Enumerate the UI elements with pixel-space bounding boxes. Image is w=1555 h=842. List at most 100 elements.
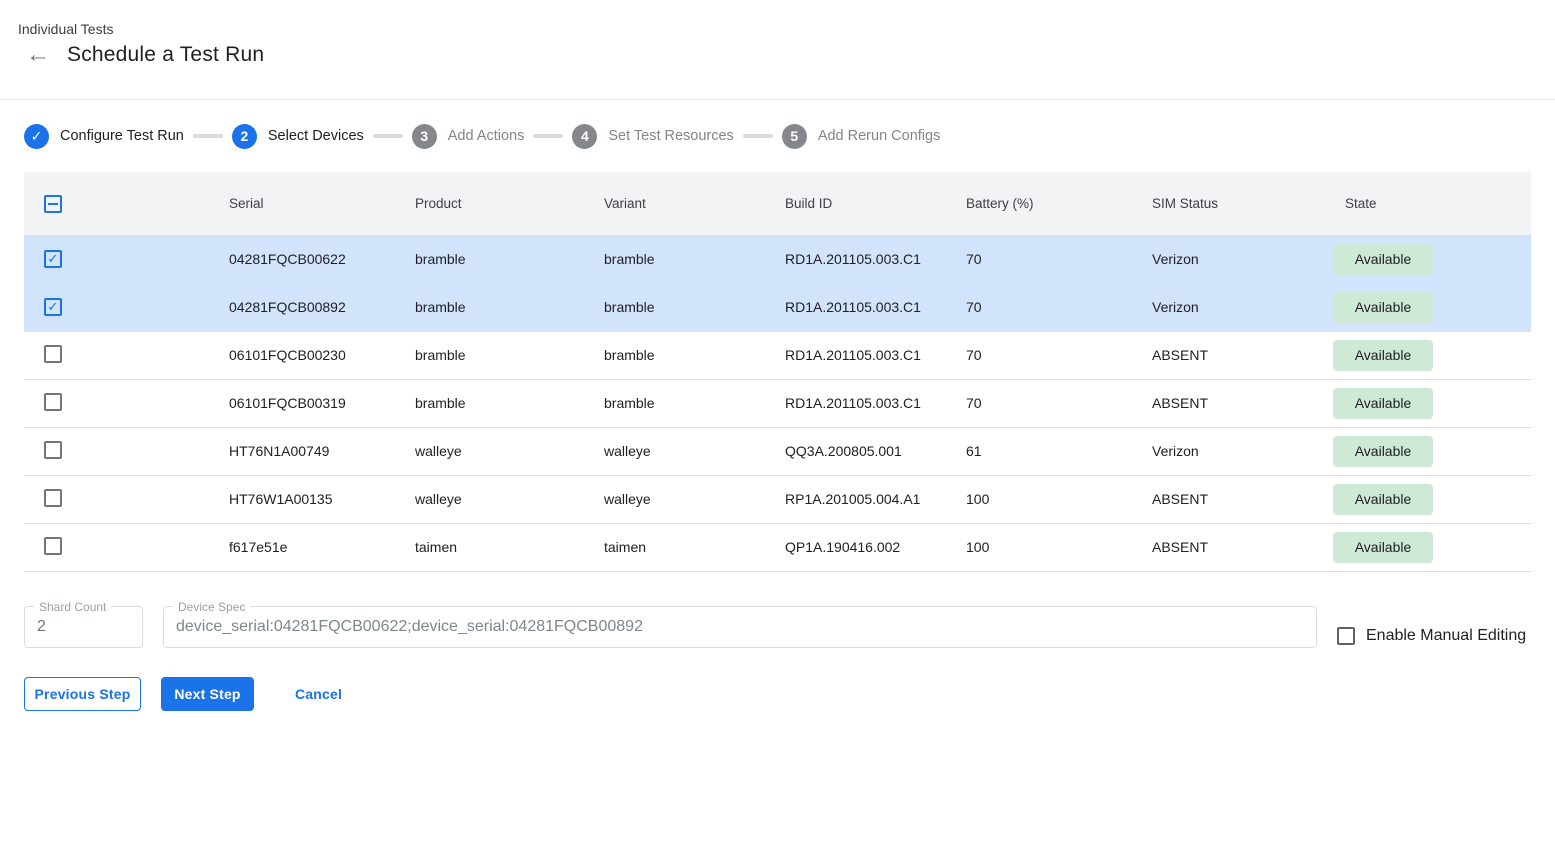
row-checkbox[interactable] — [44, 489, 62, 507]
header-divider — [0, 99, 1555, 100]
cell-variant: bramble — [604, 283, 785, 331]
stepper-step-add-actions[interactable]: 3 Add Actions — [412, 124, 525, 149]
enable-manual-editing-checkbox[interactable] — [1337, 627, 1355, 645]
cell-build-id: QQ3A.200805.001 — [785, 427, 966, 475]
cell-product: taimen — [415, 523, 604, 571]
row-checkbox-cell: ✓ — [24, 235, 229, 283]
stepper-connector — [373, 134, 403, 138]
stepper-connector — [533, 134, 563, 138]
shard-count-label: Shard Count — [34, 600, 111, 614]
cell-sim-status: ABSENT — [1152, 475, 1345, 523]
column-header-product: Product — [415, 172, 604, 235]
cell-serial: HT76N1A00749 — [229, 427, 415, 475]
shard-count-field[interactable]: Shard Count 2 — [24, 606, 143, 648]
stepper-step-set-test-resources[interactable]: 4 Set Test Resources — [572, 124, 733, 149]
row-checkbox[interactable] — [44, 393, 62, 411]
cell-battery: 61 — [966, 427, 1152, 475]
cell-state: Available — [1345, 475, 1531, 523]
state-badge: Available — [1333, 292, 1433, 323]
row-checkbox-cell — [24, 475, 229, 523]
row-checkbox[interactable]: ✓ — [44, 298, 62, 316]
step-label: Set Test Resources — [608, 128, 733, 144]
cell-build-id: RD1A.201105.003.C1 — [785, 331, 966, 379]
state-badge: Available — [1333, 244, 1433, 275]
step-number: 2 — [232, 124, 257, 149]
device-row[interactable]: ✓04281FQCB00622bramblebrambleRD1A.201105… — [24, 235, 1531, 283]
cancel-button[interactable]: Cancel — [289, 677, 348, 711]
row-checkbox-cell: ✓ — [24, 283, 229, 331]
row-checkbox[interactable]: ✓ — [44, 250, 62, 268]
device-spec-field[interactable]: Device Spec device_serial:04281FQCB00622… — [163, 606, 1317, 648]
cell-product: walleye — [415, 427, 604, 475]
step-number: 3 — [412, 124, 437, 149]
row-checkbox-cell — [24, 427, 229, 475]
row-checkbox[interactable] — [44, 441, 62, 459]
stepper-step-add-rerun-configs[interactable]: 5Add Rerun Configs — [782, 124, 941, 149]
step-number: 4 — [572, 124, 597, 149]
column-header-battery: Battery (%) — [966, 172, 1152, 235]
cell-build-id: RD1A.201105.003.C1 — [785, 283, 966, 331]
cell-variant: walleye — [604, 427, 785, 475]
device-spec-value[interactable]: device_serial:04281FQCB00622;device_seri… — [164, 607, 1316, 647]
row-checkbox-cell — [24, 331, 229, 379]
device-table: SerialProductVariantBuild IDBattery (%)S… — [24, 172, 1531, 572]
cell-serial: f617e51e — [229, 523, 415, 571]
check-icon: ✓ — [24, 124, 49, 149]
cell-variant: bramble — [604, 235, 785, 283]
cell-build-id: RP1A.201005.004.A1 — [785, 475, 966, 523]
back-arrow-icon[interactable]: ← — [26, 43, 50, 67]
stepper: ✓ Configure Test Run 2Select Devices 3 Add A… — [24, 123, 940, 149]
device-row[interactable]: HT76N1A00749walleyewalleyeQQ3A.200805.00… — [24, 427, 1531, 475]
state-badge: Available — [1333, 388, 1433, 419]
select-all-cell — [24, 172, 229, 235]
cell-build-id: QP1A.190416.002 — [785, 523, 966, 571]
cell-battery: 70 — [966, 379, 1152, 427]
stepper-step-select-devices[interactable]: 2Select Devices — [232, 124, 364, 149]
column-header-serial: Serial — [229, 172, 415, 235]
step-label: Configure Test Run — [60, 128, 184, 144]
cell-state: Available — [1345, 379, 1531, 427]
device-row[interactable]: ✓04281FQCB00892bramblebrambleRD1A.201105… — [24, 283, 1531, 331]
enable-manual-editing[interactable]: Enable Manual Editing — [1337, 627, 1526, 645]
cell-serial: HT76W1A00135 — [229, 475, 415, 523]
stepper-step-configure-test-run[interactable]: ✓ Configure Test Run — [24, 124, 184, 149]
row-checkbox[interactable] — [44, 345, 62, 363]
column-header-variant: Variant — [604, 172, 785, 235]
cell-sim-status: Verizon — [1152, 283, 1345, 331]
cell-sim-status: Verizon — [1152, 427, 1345, 475]
enable-manual-editing-label: Enable Manual Editing — [1366, 627, 1526, 645]
next-step-button[interactable]: Next Step — [161, 677, 254, 711]
select-all-checkbox[interactable] — [44, 195, 62, 213]
state-badge: Available — [1333, 340, 1433, 371]
cell-battery: 70 — [966, 235, 1152, 283]
cell-product: bramble — [415, 379, 604, 427]
previous-step-button[interactable]: Previous Step — [24, 677, 141, 711]
cell-sim-status: Verizon — [1152, 235, 1345, 283]
table-header-row: SerialProductVariantBuild IDBattery (%)S… — [24, 172, 1531, 235]
device-row[interactable]: 06101FQCB00230bramblebrambleRD1A.201105.… — [24, 331, 1531, 379]
step-number: 5 — [782, 124, 807, 149]
cell-sim-status: ABSENT — [1152, 523, 1345, 571]
cell-product: bramble — [415, 283, 604, 331]
title-row: ← Schedule a Test Run — [26, 43, 264, 67]
column-header-state: State — [1345, 172, 1531, 235]
cell-build-id: RD1A.201105.003.C1 — [785, 235, 966, 283]
state-badge: Available — [1333, 436, 1433, 467]
device-row[interactable]: HT76W1A00135walleyewalleyeRP1A.201005.00… — [24, 475, 1531, 523]
device-row[interactable]: 06101FQCB00319bramblebrambleRD1A.201105.… — [24, 379, 1531, 427]
cell-variant: bramble — [604, 379, 785, 427]
action-buttons: Previous Step Next Step Cancel — [24, 677, 348, 711]
cell-sim-status: ABSENT — [1152, 379, 1345, 427]
cell-product: walleye — [415, 475, 604, 523]
cell-state: Available — [1345, 427, 1531, 475]
column-header-sim-status: SIM Status — [1152, 172, 1345, 235]
device-row[interactable]: f617e51etaimentaimenQP1A.190416.002100AB… — [24, 523, 1531, 571]
device-spec-label: Device Spec — [173, 600, 250, 614]
stepper-connector — [743, 134, 773, 138]
step-label: Add Actions — [448, 128, 525, 144]
cell-battery: 100 — [966, 523, 1152, 571]
cell-serial: 06101FQCB00230 — [229, 331, 415, 379]
cell-state: Available — [1345, 283, 1531, 331]
indeterminate-dash-icon — [48, 203, 58, 205]
row-checkbox[interactable] — [44, 537, 62, 555]
